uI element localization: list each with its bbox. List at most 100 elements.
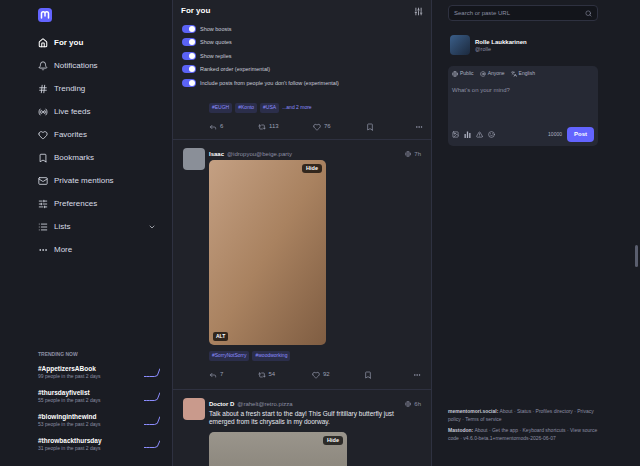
sparkline-line [144,392,160,400]
trending-tag[interactable]: #throwbackthursday31 people in the past … [38,436,160,452]
emoji-icon[interactable] [488,131,495,138]
compose-box[interactable]: Public Anyone English What's on your mind? 1… [448,66,598,146]
visibility-button[interactable]: Public [452,70,474,78]
boost-button[interactable]: 54 [258,370,312,379]
setting-toggle[interactable]: Include posts from people you don't foll… [182,76,422,90]
setting-toggle[interactable]: Show quotes [182,36,422,50]
nav-item[interactable]: Notifications [38,54,156,77]
nav-item[interactable]: Bookmarks [38,146,156,169]
post-header: Doctor D@rahelt@retro.pizza 6h [209,398,421,410]
footer-link[interactable]: About [499,408,512,414]
footer-link[interactable]: Terms of service [465,416,501,422]
handle[interactable]: @rahelt@retro.pizza [237,400,292,408]
avatar[interactable] [183,148,205,170]
hashtag[interactable]: #woodworking [252,351,290,361]
post-text: Talk about a fresh start to the day! Thi… [209,410,421,426]
post-button[interactable]: Post [567,127,594,142]
footer-link[interactable]: About [474,427,487,433]
post[interactable]: Doctor D@rahelt@retro.pizza 6h Talk about … [173,390,431,466]
bookmark-button[interactable] [364,371,413,379]
reply-button[interactable]: 7 [209,370,258,379]
post-body: Isaac@idropyou@beige.party 7h Hide ALT #Sorr… [209,148,421,383]
more-button[interactable] [415,123,423,131]
hash-icon [38,84,48,94]
language-button[interactable]: English [511,70,535,78]
toggle-switch[interactable] [182,79,196,87]
media-attachment[interactable]: Hide [209,432,347,466]
footer-link[interactable]: Profiles directory [536,408,573,414]
media-attachment[interactable]: Hide ALT [209,160,326,345]
nav-item[interactable]: Lists [38,215,156,238]
action-bar: 75492 [209,367,421,383]
hashtag[interactable]: #EUGH [209,103,232,113]
post-time[interactable]: 6h [414,400,421,408]
sliders-icon [38,199,48,209]
sparkline-chart [144,368,160,377]
favourite-button[interactable]: 76 [313,122,366,131]
setting-toggle[interactable]: Ranked order (experimental) [182,63,422,77]
toggle-switch[interactable] [182,38,196,46]
warning-icon[interactable] [476,131,483,138]
footer-link[interactable]: Status [517,408,531,414]
display-name[interactable]: Isaac [209,150,224,158]
favourite-button[interactable]: 92 [312,370,364,379]
nav-item[interactable]: More [38,238,156,261]
footer-link[interactable]: Keyboard shortcuts [523,427,566,433]
trending-tag[interactable]: #thursdayfivelist55 people in the past 2… [38,388,160,404]
home-icon [38,38,48,48]
compose-textarea[interactable]: What's on your mind? [452,86,594,95]
sparkline-chart [144,440,160,449]
setting-toggle[interactable]: Show boosts [182,22,422,36]
image-icon[interactable] [452,131,459,138]
quote-policy-button[interactable]: Anyone [480,70,505,78]
reply-icon [209,371,217,379]
post-time[interactable]: 7h [414,150,421,158]
globe-icon [405,401,411,407]
previous-post[interactable]: #EUGH#Konto#USA...and 2 more 611376 [173,90,431,140]
settings-icon[interactable] [414,7,423,16]
trending-tag[interactable]: #blowinginthewind53 people in the past 2… [38,412,160,428]
avatar[interactable] [183,398,205,420]
hashtag[interactable]: #USA [260,103,279,113]
footer-section: Mastodon: About · Get the app · Keyboard… [448,427,598,442]
sparkline-line [144,416,160,424]
nav-item[interactable]: Live feeds [38,100,156,123]
nav-item[interactable]: For you [38,31,156,54]
account-avatar[interactable] [450,35,470,55]
footer-link[interactable]: Get the app [492,427,518,433]
display-name[interactable]: Doctor D [209,400,234,408]
version[interactable]: v4.6.0-beta.1+mementomods-2026-06-07 [463,435,555,441]
nav-item[interactable]: Trending [38,77,156,100]
globe-icon [452,71,458,77]
nav-item[interactable]: Favorites [38,123,156,146]
post[interactable]: Isaac@idropyou@beige.party 7h Hide ALT #Sorr… [173,140,431,390]
toggle-switch[interactable] [182,52,196,60]
boost-icon [258,123,266,131]
more-button[interactable] [413,371,421,379]
account[interactable]: Rolle Laukkarinen@rolle [448,35,598,55]
boost-button[interactable]: 113 [258,122,313,131]
hide-button[interactable]: Hide [323,436,343,445]
poll-icon[interactable] [464,131,471,138]
scrollbar-thumb[interactable] [635,245,638,267]
compose-footer: 10000Post [452,127,594,142]
chevron-down-icon[interactable] [148,223,156,231]
search-field[interactable]: Search or paste URL [448,5,598,21]
handle[interactable]: @idropyou@beige.party [227,150,292,158]
nav-item[interactable]: Preferences [38,192,156,215]
mastodon-logo-icon[interactable] [38,8,52,22]
setting-toggle[interactable]: Show replies [182,49,422,63]
more-tags[interactable]: ...and 2 more [282,104,311,112]
bookmark-button[interactable] [366,123,415,131]
hide-button[interactable]: Hide [302,164,322,173]
nav-item[interactable]: Private mentions [38,169,156,192]
hashtag[interactable]: #SorryNotSorry [209,351,249,361]
trending-tag[interactable]: #AppetizersABook99 people in the past 2 … [38,364,160,380]
toggle-switch[interactable] [182,65,196,73]
hashtag[interactable]: #Konto [235,103,257,113]
heart-icon [313,123,321,131]
reply-button[interactable]: 6 [209,122,258,131]
toggle-switch[interactable] [182,25,196,33]
bookmark-icon [364,371,372,379]
alt-badge[interactable]: ALT [213,332,228,341]
